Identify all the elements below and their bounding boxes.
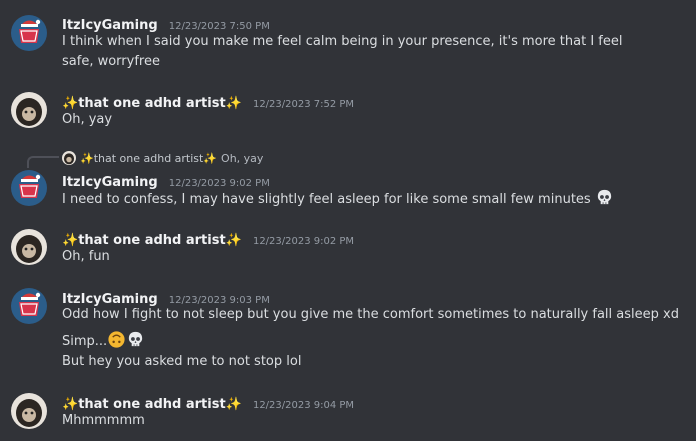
message-header: ItzIcyGaming 12/23/2023 7:50 PM [62,14,270,33]
message-header: ✨that one adhd artist✨ 12/23/2023 9:02 P… [62,229,354,248]
message-text: Oh, yay [62,112,113,127]
message-header: ✨that one adhd artist✨ 12/23/2023 9:04 P… [62,393,354,412]
timestamp[interactable]: 12/23/2023 7:50 PM [169,21,270,32]
message-header: ItzIcyGaming 12/23/2023 9:02 PM [62,171,270,190]
message-text: I think when I said you make me feel cal… [62,34,623,69]
sparkles-emoji: ✨ [225,233,242,248]
skull-emoji [597,189,611,205]
author-name[interactable]: ✨that one adhd artist✨ [62,233,242,248]
sparkles-emoji: ✨ [62,397,79,412]
skull-emoji [129,331,143,347]
chat-log: ItzIcyGaming 12/23/2023 7:50 PM I think … [0,0,696,441]
sparkles-emoji: ✨ [225,397,242,412]
timestamp[interactable]: 12/23/2023 9:04 PM [253,400,354,411]
avatar[interactable] [11,92,47,128]
avatar[interactable] [11,288,47,324]
author-name[interactable]: ✨that one adhd artist✨ [62,397,242,412]
avatar[interactable] [11,15,47,51]
avatar[interactable] [11,393,47,429]
user-avatar-icon [62,151,76,165]
timestamp[interactable]: 12/23/2023 7:52 PM [253,99,354,110]
user-avatar-icon [11,170,47,206]
message-header: ✨that one adhd artist✨ 12/23/2023 7:52 P… [62,92,354,111]
message-text: Simp... [62,330,145,352]
avatar[interactable] [11,229,47,265]
avatar[interactable] [11,170,47,206]
reply-connector [27,156,59,168]
message-text: Odd how I fight to not sleep but you giv… [62,307,679,322]
reply-preview[interactable]: ✨that one adhd artist✨ Oh, yay [62,150,263,166]
sparkles-emoji: ✨ [225,96,242,111]
user-avatar-icon [11,15,47,51]
reply-text: Oh, yay [221,151,264,165]
message-header: ItzIcyGaming 12/23/2023 9:03 PM [62,288,270,307]
user-avatar-icon [11,92,47,128]
author-name[interactable]: ✨that one adhd artist✨ [62,96,242,111]
message-text: I need to confess, I may have slightly f… [62,188,614,210]
message-text: Oh, fun [62,249,110,264]
message-text: But hey you asked me to not stop lol [62,354,302,369]
author-name[interactable]: ItzIcyGaming [62,18,158,33]
user-avatar-icon [11,393,47,429]
sparkles-emoji: ✨ [62,96,79,111]
user-avatar-icon [11,229,47,265]
reply-author: ✨that one adhd artist✨ [80,151,218,165]
sparkles-emoji: ✨ [62,233,79,248]
upside-down-face-emoji [108,331,125,348]
message-text: Mhmmmmm [62,413,145,428]
timestamp[interactable]: 12/23/2023 9:02 PM [253,236,354,247]
reply-avatar [62,151,76,165]
user-avatar-icon [11,288,47,324]
